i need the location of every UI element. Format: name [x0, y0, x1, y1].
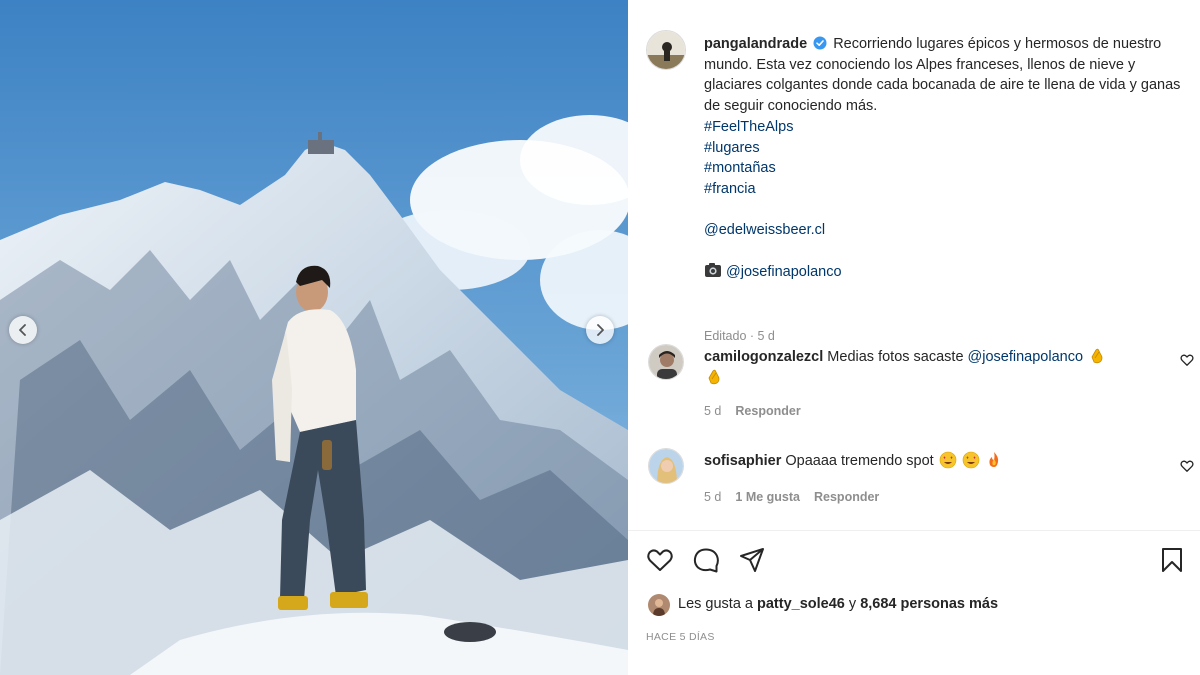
- comment-meta: 5 d 1 Me gusta Responder: [704, 490, 879, 504]
- like-comment-heart-icon[interactable]: [1180, 459, 1194, 473]
- likes-prefix: Les gusta a: [678, 596, 753, 612]
- edited-timestamp: Editado · 5 d: [704, 329, 775, 343]
- hashtag-montanas[interactable]: #montañas: [704, 158, 1184, 179]
- comment-icon[interactable]: [692, 546, 720, 574]
- comment-mention[interactable]: @josefinapolanco: [968, 349, 1084, 365]
- chevron-left-icon: [19, 324, 26, 336]
- reply-button[interactable]: Responder: [814, 490, 879, 504]
- fire-icon: [989, 452, 998, 467]
- likes-count[interactable]: 8,684 personas más: [860, 596, 998, 612]
- mention-josefinapolanco[interactable]: @josefinapolanco: [726, 264, 842, 280]
- comment-time: 5 d: [704, 490, 722, 504]
- comment-text: camilogonzalezcl Medias fotos sacaste @j…: [704, 347, 1124, 388]
- hashtag-francia[interactable]: #francia: [704, 179, 1184, 200]
- mention-edelweissbeer[interactable]: @edelweissbeer.cl: [704, 220, 1184, 241]
- comment-body: Medias fotos sacaste: [827, 349, 964, 365]
- author-avatar[interactable]: [646, 30, 686, 70]
- likes-connector: y: [848, 596, 857, 612]
- hashtag-feelthealps[interactable]: #FeelTheAlps: [704, 117, 1184, 138]
- previous-image-button[interactable]: [9, 316, 37, 344]
- alps-mountain-photo: [0, 0, 628, 675]
- hashtag-lugares[interactable]: #lugares: [704, 138, 1184, 159]
- caption-body: pangalandrade Recorriendo lugares épicos…: [704, 34, 1184, 282]
- post-timestamp[interactable]: HACE 5 DÍAS: [646, 631, 715, 643]
- heart-icon[interactable]: [646, 546, 674, 574]
- chevron-right-icon: [597, 324, 604, 336]
- bookmark-icon[interactable]: [1158, 546, 1186, 574]
- photo-credit: @josefinapolanco: [704, 262, 1184, 283]
- post-details-panel: pangalandrade Recorriendo lugares épicos…: [628, 0, 1200, 675]
- verified-badge-icon: [813, 36, 827, 50]
- comment-username[interactable]: sofisaphier: [704, 453, 781, 469]
- liker-avatar-image: [648, 594, 670, 616]
- reply-button[interactable]: Responder: [735, 404, 800, 418]
- clapping-hands-icon: [708, 369, 720, 384]
- comment-time: 5 d: [704, 404, 722, 418]
- send-icon[interactable]: [738, 546, 766, 574]
- like-comment-heart-icon[interactable]: [1180, 353, 1194, 367]
- commenter-avatar-image: [649, 345, 683, 379]
- clapping-hands-icon: [1091, 348, 1103, 364]
- commenter-avatar[interactable]: [648, 344, 684, 380]
- post-action-bar: [646, 546, 1186, 574]
- section-divider: [628, 530, 1200, 531]
- commenter-avatar[interactable]: [648, 448, 684, 484]
- heart-eyes-emoji-icon: [939, 451, 957, 469]
- commenter-avatar-image: [649, 449, 683, 483]
- next-image-button[interactable]: [586, 316, 614, 344]
- camera-icon: [705, 262, 721, 277]
- comment-body: Opaaaa tremendo spot: [785, 453, 934, 469]
- heart-eyes-emoji-icon: [962, 451, 980, 469]
- comment-likes-count[interactable]: 1 Me gusta: [735, 490, 800, 504]
- comment-username[interactable]: camilogonzalezcl: [704, 349, 823, 365]
- author-avatar-image: [647, 31, 685, 69]
- comment-text: sofisaphier Opaaaa tremendo spot: [704, 451, 1124, 472]
- post-photo[interactable]: [0, 0, 628, 675]
- comment-meta: 5 d Responder: [704, 404, 801, 418]
- author-username[interactable]: pangalandrade: [704, 36, 807, 52]
- likes-text: Les gusta a patty_sole46 y 8,684 persona…: [678, 596, 998, 612]
- liker-username[interactable]: patty_sole46: [757, 596, 845, 612]
- liker-avatar[interactable]: [648, 594, 670, 616]
